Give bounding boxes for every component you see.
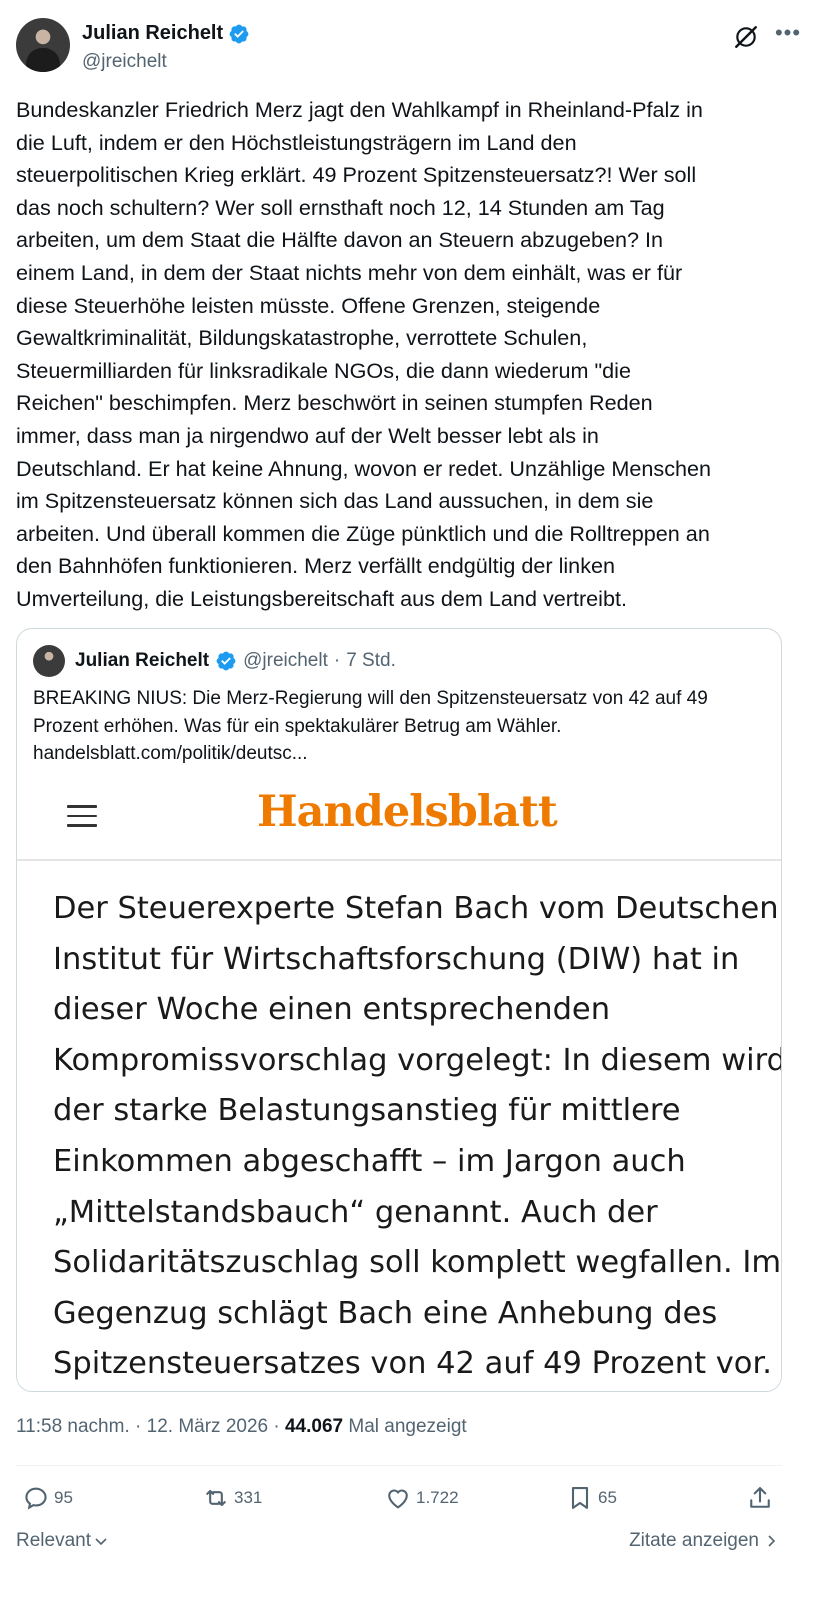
article-line: der starke Belastungsanstieg für mittler… — [53, 1093, 681, 1129]
author-name[interactable]: Julian Reichelt — [82, 22, 223, 45]
avatar[interactable] — [16, 18, 70, 72]
article-line: dieser Woche einen entsprechenden — [53, 992, 611, 1028]
meta-separator: · — [268, 1416, 285, 1437]
article-line: Der Steuerexperte Stefan Bach vom Deutsc… — [53, 891, 779, 926]
quote-separator: · — [333, 650, 341, 671]
bookmark-icon — [571, 1487, 589, 1509]
repost-count: 331 — [234, 1488, 263, 1507]
article-line: Gegenzug schlägt Bach eine Anhebung des — [53, 1295, 718, 1331]
view-label: Mal angezeigt — [343, 1416, 467, 1437]
quote-link[interactable]: handelsblatt.com/politik/deutsc... — [33, 740, 773, 768]
chevron-right-icon — [768, 1535, 776, 1547]
tweet-time[interactable]: 11:58 nachm. — [16, 1416, 130, 1437]
author-handle[interactable]: @jreichelt — [82, 51, 167, 73]
tweet-meta: 11:58 nachm. · 12. März 2026 · 44.067 Ma… — [16, 1416, 467, 1438]
article-divider — [17, 859, 781, 861]
chevron-down-icon — [95, 1538, 107, 1546]
tweet-text: Bundeskanzler Friedrich Merz jagt den Wa… — [16, 97, 712, 611]
view-count: 44.067 — [284, 1416, 344, 1437]
sort-dropdown[interactable]: Relevant — [16, 1530, 109, 1552]
article-line: Solidaritätszuschlag soll komplett wegfa… — [53, 1245, 782, 1281]
tweet-date[interactable]: 12. März 2026 — [147, 1416, 268, 1437]
article-line: Kompromissvorschlag vorgelegt: In diesem… — [53, 1042, 782, 1078]
article-line: Einkommen abgeschafft – im Jargon auch — [53, 1143, 686, 1179]
quote-header: Julian Reichelt @jreichelt · 7 Std. — [33, 645, 396, 677]
quoted-tweet[interactable]: Julian Reichelt @jreichelt · 7 Std. BREA… — [16, 628, 782, 1392]
action-bar: 95 331 1.722 65 — [22, 1484, 782, 1516]
quote-line: Prozent erhöhen. Was für ein spektakulär… — [33, 715, 562, 737]
divider — [16, 1465, 782, 1466]
view-quotes-label: Zitate anzeigen — [629, 1530, 759, 1551]
repost-icon — [206, 1489, 226, 1507]
view-quotes-link[interactable]: Zitate anzeigen — [629, 1530, 779, 1552]
meta-separator: · — [129, 1416, 147, 1437]
like-icon — [388, 1489, 408, 1509]
handelsblatt-logo: Handelsblatt — [257, 787, 558, 837]
article-line: „Mittelstandsbauch“ genannt. Auch der — [53, 1194, 658, 1230]
author-name-row: Julian Reichelt — [82, 22, 250, 45]
menu-icon — [67, 805, 97, 827]
reply-icon — [25, 1487, 47, 1510]
quote-author-handle: @jreichelt — [243, 650, 328, 671]
article-image[interactable]: Handelsblatt Der Steuerexperte Stefan Ba… — [17, 779, 782, 1391]
quote-line: BREAKING NIUS: Die Merz-Regierung will d… — [33, 688, 708, 709]
reply-button[interactable]: 95 — [22, 1484, 73, 1512]
share-icon — [750, 1487, 770, 1508]
bookmark-count: 65 — [598, 1488, 617, 1507]
quote-time: 7 Std. — [346, 650, 396, 671]
tweet-header: Julian Reichelt @jreichelt ••• — [16, 18, 803, 78]
article-line: Institut für Wirtschaftsforschung (DIW) … — [53, 941, 740, 977]
reply-count: 95 — [54, 1488, 73, 1507]
bookmark-button[interactable]: 65 — [566, 1484, 617, 1512]
article-text: Der Steuerexperte Stefan Bach vom Deutsc… — [53, 884, 782, 1390]
verified-icon — [216, 651, 236, 671]
grok-icon[interactable] — [733, 24, 759, 50]
like-count: 1.722 — [416, 1488, 459, 1507]
sort-label: Relevant — [16, 1530, 91, 1551]
repost-button[interactable]: 331 — [202, 1484, 262, 1512]
share-button[interactable] — [746, 1484, 774, 1512]
like-button[interactable]: 1.722 — [384, 1484, 459, 1512]
quote-text: BREAKING NIUS: Die Merz-Regierung will d… — [33, 685, 773, 768]
article-line: Spitzensteuersatzes von 42 auf 49 Prozen… — [53, 1346, 772, 1382]
quote-author-name: Julian Reichelt — [75, 650, 210, 671]
more-icon[interactable]: ••• — [773, 22, 803, 50]
verified-icon — [229, 24, 249, 43]
quote-avatar — [33, 645, 65, 677]
